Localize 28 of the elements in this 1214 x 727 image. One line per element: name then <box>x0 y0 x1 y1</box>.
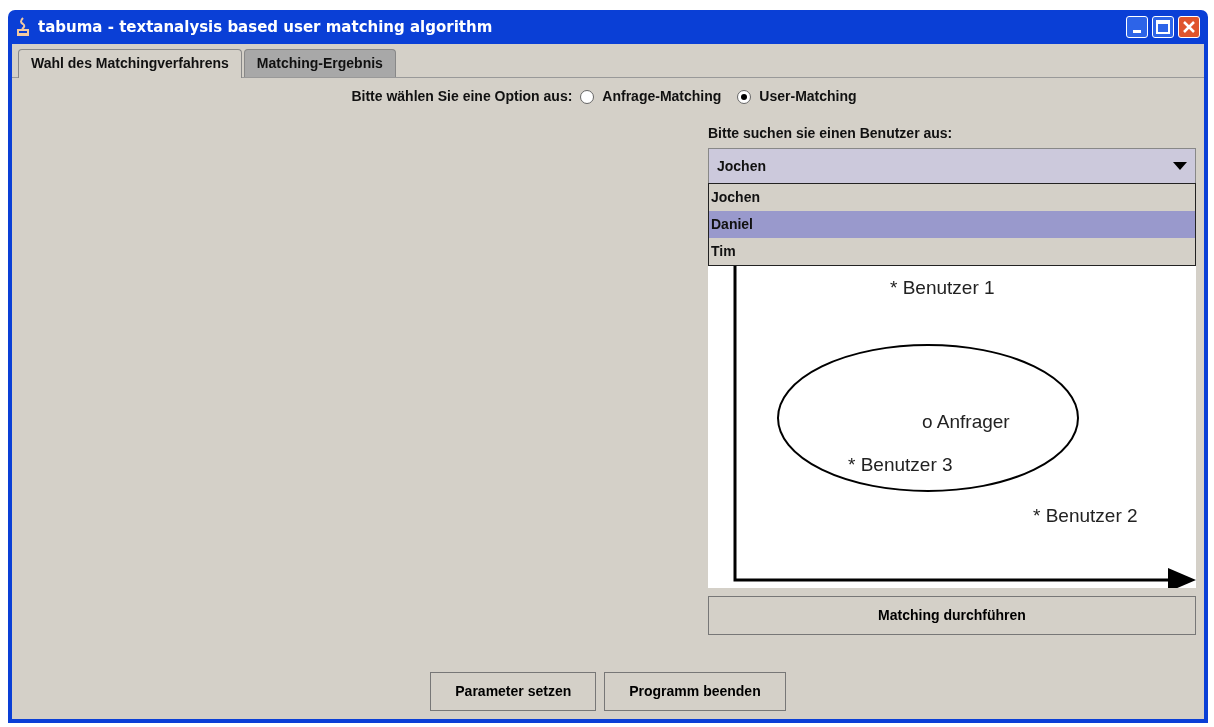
maximize-button[interactable] <box>1152 16 1174 38</box>
point-label: * Benutzer 3 <box>848 454 953 475</box>
action-button[interactable]: Parameter setzen <box>430 672 597 711</box>
minimize-button[interactable] <box>1126 16 1148 38</box>
window-title: tabuma - textanalysis based user matching algorithm <box>38 16 493 38</box>
run-button[interactable]: Matching durchführen <box>708 596 1196 635</box>
caret-icon <box>1173 162 1187 170</box>
field-label: Bitte suchen sie einen Benutzer aus: <box>708 124 954 143</box>
cup-icon <box>16 17 30 37</box>
point-label: * Benutzer 2 <box>1033 505 1138 526</box>
radio-label: Anfrage-Matching <box>602 87 722 106</box>
tab[interactable]: Wahl des Matchingverfahrens <box>18 49 242 78</box>
option-label: Bitte wählen Sie eine Option aus: <box>351 87 573 106</box>
maximize-icon <box>1156 20 1170 34</box>
close-icon <box>1182 20 1196 34</box>
point-label: * Benutzer 1 <box>890 277 995 298</box>
user-dropdown[interactable]: Jochen <box>708 148 1196 184</box>
radio-label: User-Matching <box>759 87 857 106</box>
minimize-icon <box>1133 29 1141 33</box>
dropdown-option[interactable]: Tim <box>709 238 1195 265</box>
close-button[interactable] <box>1178 16 1200 38</box>
dropdown-option[interactable]: Daniel <box>709 211 1195 238</box>
dropdown-option[interactable]: Jochen <box>709 184 1195 211</box>
tab[interactable]: Matching-Ergebnis <box>243 49 396 77</box>
radio-button[interactable] <box>580 89 595 104</box>
point-label: o Anfrager <box>922 411 1010 432</box>
action-button[interactable]: Programm beenden <box>604 672 786 711</box>
radio-button[interactable] <box>737 89 752 104</box>
